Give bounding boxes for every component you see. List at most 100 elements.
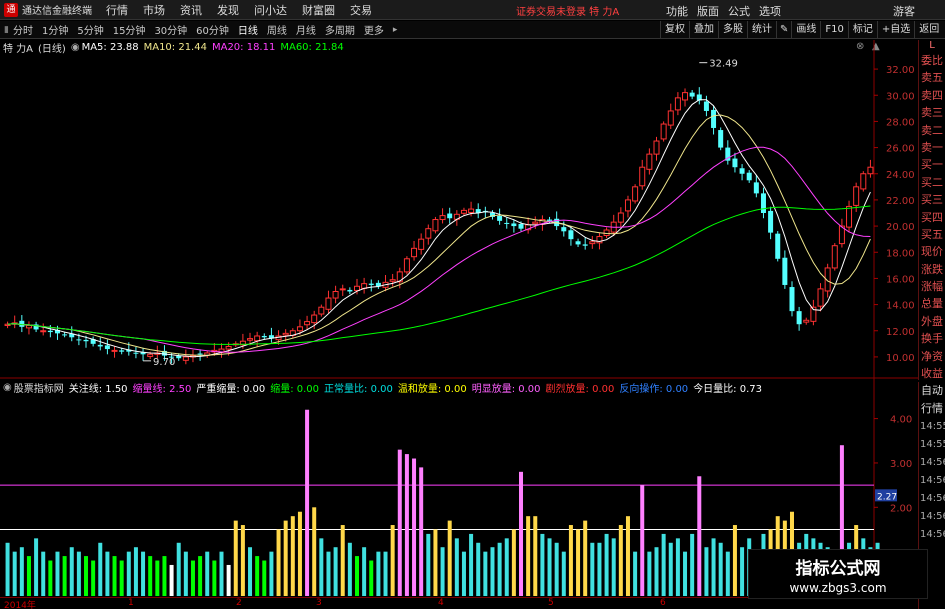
- tick-time: 14:56: [920, 475, 945, 486]
- close-pane-icon[interactable]: ⊗: [856, 41, 864, 52]
- volume-ratio-bar: [633, 551, 638, 596]
- candle-body: [853, 186, 860, 206]
- period-multi[interactable]: 多周期: [325, 22, 355, 37]
- candle-body: [197, 353, 203, 355]
- volume-ratio-bar: [511, 529, 516, 596]
- price-tick-label: 24.00: [886, 170, 915, 181]
- sidebar-item[interactable]: 卖五: [919, 69, 945, 86]
- menu-formula[interactable]: 公式: [728, 3, 750, 19]
- volume-ratio-bar: [476, 542, 481, 596]
- sidebar-item[interactable]: 涨跌: [919, 261, 945, 278]
- sidebar-item[interactable]: 买五: [919, 226, 945, 243]
- sidebar-item[interactable]: 买二: [919, 174, 945, 191]
- sidebar-item[interactable]: 换手: [919, 330, 945, 347]
- period-60min[interactable]: 60分钟: [196, 22, 229, 37]
- settings-dot-icon[interactable]: ◉: [71, 42, 80, 53]
- period-daily[interactable]: 日线: [238, 22, 258, 37]
- menu-layout[interactable]: 版面: [697, 3, 719, 19]
- more-arrow-icon[interactable]: ▸: [393, 25, 398, 35]
- candle-body: [518, 223, 524, 229]
- watermark-url: www.zbgs3.com: [789, 581, 887, 595]
- candle-body: [97, 344, 103, 347]
- candle-body: [561, 227, 567, 232]
- menu-ask[interactable]: 问小达: [254, 2, 287, 18]
- sidebar-item[interactable]: 总量: [919, 295, 945, 312]
- period-weekly[interactable]: 周线: [267, 22, 287, 37]
- candle-body: [689, 92, 695, 97]
- volume-ratio-bar: [611, 538, 616, 596]
- menu-discover[interactable]: 发现: [217, 2, 239, 18]
- multi-stock-button[interactable]: 多股: [718, 21, 747, 39]
- volume-ratio-bar: [12, 551, 17, 596]
- period-intraday[interactable]: 分时: [13, 22, 33, 37]
- watermark-title: 指标公式网: [795, 559, 881, 579]
- candle-body: [674, 97, 681, 111]
- ma60-label: MA60: 21.84: [280, 42, 344, 53]
- candle-body: [846, 205, 853, 228]
- mark-button[interactable]: 标记: [847, 21, 877, 39]
- back-button[interactable]: 返回: [914, 21, 943, 39]
- period-5min[interactable]: 5分钟: [77, 22, 103, 37]
- candle-body: [126, 349, 132, 352]
- candle-body: [353, 285, 360, 291]
- stats-button[interactable]: 统计: [747, 21, 776, 39]
- sidebar-auto[interactable]: 自动: [919, 382, 945, 400]
- sidebar-item[interactable]: 外盘: [919, 313, 945, 330]
- candle-body: [254, 335, 261, 342]
- menu-trade[interactable]: 交易: [350, 2, 372, 18]
- toolbar-handle-icon: ▮: [4, 24, 9, 35]
- ratio-tick-label: 2.00: [890, 503, 912, 514]
- collapse-pane-icon[interactable]: ▲: [872, 41, 880, 52]
- sidebar-tab-l[interactable]: L: [919, 40, 945, 52]
- sidebar-item[interactable]: 卖三: [919, 104, 945, 121]
- sidebar-item[interactable]: 卖一: [919, 139, 945, 156]
- candle-body: [624, 199, 631, 212]
- price-tick-label: 28.00: [886, 117, 915, 128]
- candle-body: [11, 322, 18, 325]
- candle-body: [69, 333, 75, 338]
- app-title: 通达信金融终端: [22, 6, 92, 17]
- volume-ratio-bar: [419, 467, 424, 596]
- sidebar-item[interactable]: 净资: [919, 348, 945, 365]
- draw-line-button[interactable]: 画线: [791, 21, 820, 39]
- period-more[interactable]: 更多: [364, 22, 384, 37]
- volume-ratio-bar: [190, 560, 195, 596]
- candle-body: [182, 356, 189, 361]
- sidebar-item[interactable]: 买四: [919, 209, 945, 226]
- sidebar-item[interactable]: 买三: [919, 191, 945, 208]
- menu-news[interactable]: 资讯: [180, 2, 202, 18]
- sidebar-item[interactable]: 收益: [919, 365, 945, 382]
- candle-body: [332, 291, 339, 299]
- menu-market[interactable]: 市场: [143, 2, 165, 18]
- indicator-settings-icon[interactable]: ◉: [3, 382, 12, 393]
- sidebar-item[interactable]: 买一: [919, 156, 945, 173]
- period-monthly[interactable]: 月线: [296, 22, 316, 37]
- period-15min[interactable]: 15分钟: [113, 22, 146, 37]
- period-30min[interactable]: 30分钟: [154, 22, 187, 37]
- indicator-item: 剧烈放量: 0.00: [545, 384, 615, 395]
- volume-ratio-bar: [725, 551, 730, 596]
- volume-ratio-bar: [347, 542, 352, 596]
- sidebar-item[interactable]: 涨幅: [919, 278, 945, 295]
- menu-options[interactable]: 选项: [759, 3, 781, 19]
- sidebar-item[interactable]: 卖四: [919, 87, 945, 104]
- sidebar-item[interactable]: 现价: [919, 243, 945, 260]
- pen-icon[interactable]: ✎: [776, 21, 791, 39]
- sidebar-item[interactable]: 卖二: [919, 122, 945, 139]
- menu-functions[interactable]: 功能: [666, 3, 688, 19]
- price-tick-label: 10.00: [886, 353, 915, 364]
- menu-quotes[interactable]: 行情: [106, 2, 128, 18]
- adjust-button[interactable]: 复权: [660, 21, 689, 39]
- add-watchlist-button[interactable]: +自选: [876, 21, 914, 39]
- overlay-button[interactable]: 叠加: [689, 21, 718, 39]
- period-1min[interactable]: 1分钟: [42, 22, 68, 37]
- sidebar-market[interactable]: 行情: [919, 400, 945, 418]
- candle-body: [211, 349, 218, 353]
- guest-label[interactable]: 游客: [893, 3, 915, 19]
- volume-ratio-bar: [504, 538, 509, 596]
- menu-wealth[interactable]: 财富圈: [302, 2, 335, 18]
- sidebar-item[interactable]: 委比: [919, 52, 945, 69]
- f10-button[interactable]: F10: [820, 21, 847, 39]
- trade-status[interactable]: 证券交易未登录 特 力A: [516, 3, 619, 18]
- candle-body: [460, 209, 467, 214]
